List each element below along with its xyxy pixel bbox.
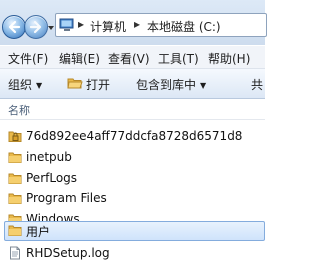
list-item[interactable]: RHDSetup.log [4,244,265,264]
breadcrumb-separator[interactable]: ▸ [134,17,140,31]
column-header-name[interactable]: 名称 [0,99,265,120]
list-item[interactable]: 76d892ee4aff77ddcfa8728d6571d8 [4,127,265,147]
folder-icon [8,193,22,204]
menu-view[interactable]: 查看(V) [108,50,150,67]
column-header-label: 名称 [8,104,30,117]
file-name: 76d892ee4aff77ddcfa8728d6571d8 [26,129,243,143]
chevron-down-icon: ▼ [200,81,207,90]
breadcrumb-computer[interactable]: 计算机 [90,18,126,35]
menu-tools[interactable]: 工具(T) [158,50,199,67]
log-file-icon [10,246,20,260]
folder-icon [8,173,22,184]
folder-icon [8,225,22,236]
folder-icon [8,152,22,163]
list-item[interactable]: Program Files [4,189,265,209]
command-bar: 组织 ▼ 打开 包含到库中 ▼ 共 [0,69,265,99]
menu-bar: 文件(F) 编辑(E) 查看(V) 工具(T) 帮助(H) [0,46,265,69]
chevron-down-icon: ▼ [36,81,43,90]
include-in-library-label: 包含到库中 [136,78,197,92]
list-item[interactable]: inetpub [4,148,265,168]
organize-button[interactable]: 组织 ▼ [8,76,42,93]
open-button[interactable]: 打开 [86,76,110,93]
file-name: 用户 [26,225,51,239]
open-folder-icon [67,78,83,89]
computer-icon [59,18,74,31]
back-button[interactable] [2,15,26,39]
forward-arrow-icon [29,20,42,34]
forward-button[interactable] [24,15,48,39]
organize-label: 组织 [8,78,33,92]
locked-folder-icon [8,131,22,142]
list-item[interactable]: PerfLogs [4,169,265,189]
menu-edit[interactable]: 编辑(E) [59,50,100,67]
breadcrumb-local-disk[interactable]: 本地磁盘 (C:) [147,18,221,35]
file-name: Program Files [26,191,107,205]
breadcrumb-separator[interactable]: ▸ [78,17,84,31]
back-arrow-icon [8,20,21,34]
menu-file[interactable]: 文件(F) [8,50,48,67]
include-in-library-button[interactable]: 包含到库中 ▼ [136,76,206,93]
file-name: RHDSetup.log [26,246,110,260]
navigation-bar: ▸ 计算机 ▸ 本地磁盘 (C:) [0,0,267,45]
file-name: PerfLogs [26,171,78,185]
share-button[interactable]: 共 [251,76,263,93]
address-bar[interactable]: ▸ 计算机 ▸ 本地磁盘 (C:) [55,13,267,37]
recent-pages-chevron-icon[interactable] [47,24,55,32]
menu-help[interactable]: 帮助(H) [208,50,250,67]
list-item-selected[interactable]: 用户 [4,221,265,241]
file-name: inetpub [26,150,72,164]
